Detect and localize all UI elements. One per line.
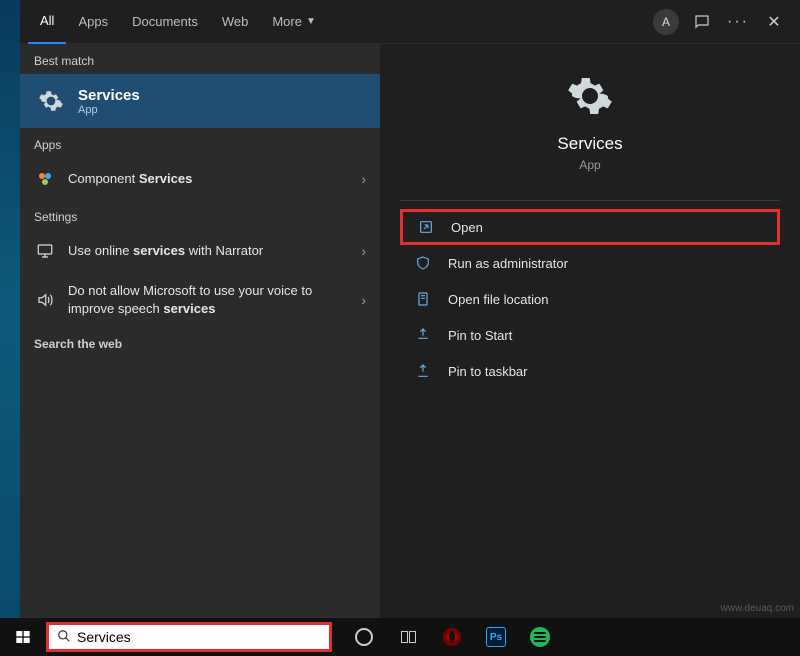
action-run-admin-label: Run as administrator	[448, 256, 568, 271]
action-pin-taskbar-label: Pin to taskbar	[448, 364, 528, 379]
preview-subtitle: App	[579, 158, 600, 172]
windows-search-panel: All Apps Documents Web More ▼ A ··· ✕ Bes…	[20, 0, 800, 618]
tab-all-label: All	[40, 13, 54, 28]
action-pin-start[interactable]: Pin to Start	[400, 317, 780, 353]
tab-more[interactable]: More ▼	[260, 0, 328, 44]
action-open-label: Open	[451, 220, 483, 235]
taskbar-search-box[interactable]	[46, 622, 332, 652]
tab-web-label: Web	[222, 14, 249, 29]
cortana-icon	[355, 628, 373, 646]
close-icon: ✕	[767, 12, 780, 32]
result-speech-services[interactable]: Do not allow Microsoft to use your voice…	[20, 272, 380, 327]
opera-app[interactable]	[430, 618, 474, 656]
tab-web[interactable]: Web	[210, 0, 261, 44]
result-speech-text: Do not allow Microsoft to use your voice…	[68, 282, 353, 317]
divider	[400, 200, 780, 201]
shield-icon	[412, 255, 434, 271]
best-match-subtitle: App	[78, 104, 140, 116]
best-match-title: Services	[78, 87, 140, 104]
avatar-initial: A	[662, 15, 670, 29]
monitor-icon	[34, 240, 56, 262]
tab-apps[interactable]: Apps	[66, 0, 120, 44]
search-icon	[57, 629, 71, 646]
action-open-location-label: Open file location	[448, 292, 548, 307]
tab-apps-label: Apps	[78, 14, 108, 29]
action-run-admin[interactable]: Run as administrator	[400, 245, 780, 281]
tab-more-label: More	[272, 14, 302, 29]
sound-icon	[34, 289, 56, 311]
preview-column: Services App Open Run as administrator	[380, 44, 800, 618]
component-services-icon	[34, 168, 56, 190]
action-list: Open Run as administrator Open file loca…	[380, 209, 800, 389]
results-column: Best match Services App Apps Component S…	[20, 44, 380, 618]
action-pin-start-label: Pin to Start	[448, 328, 512, 343]
open-icon	[415, 219, 437, 235]
chevron-down-icon: ▼	[306, 16, 316, 27]
feedback-button[interactable]	[684, 4, 720, 40]
feedback-icon	[693, 13, 711, 31]
spotify-app[interactable]	[518, 618, 562, 656]
result-component-services[interactable]: Component Services ›	[20, 158, 380, 200]
avatar: A	[653, 9, 679, 35]
photoshop-app[interactable]: Ps	[474, 618, 518, 656]
user-avatar-button[interactable]: A	[648, 4, 684, 40]
pin-start-icon	[412, 327, 434, 343]
photoshop-icon: Ps	[486, 627, 506, 647]
spotify-icon	[530, 627, 550, 647]
section-search-web-label: Search the web	[20, 327, 380, 357]
windows-logo-icon	[15, 629, 31, 645]
action-pin-taskbar[interactable]: Pin to taskbar	[400, 353, 780, 389]
services-gear-icon	[34, 84, 68, 118]
action-open-location[interactable]: Open file location	[400, 281, 780, 317]
search-tabs-row: All Apps Documents Web More ▼ A ··· ✕	[20, 0, 800, 44]
watermark: www.deuaq.com	[721, 603, 794, 614]
taskbar: Ps	[0, 618, 800, 656]
result-component-services-text: Component Services	[68, 170, 353, 188]
more-options-button[interactable]: ···	[720, 4, 756, 40]
result-narrator-text: Use online services with Narrator	[68, 242, 353, 260]
preview-title: Services	[557, 134, 622, 154]
desktop-background-strip	[0, 0, 20, 620]
result-narrator-services[interactable]: Use online services with Narrator ›	[20, 230, 380, 272]
section-apps-label: Apps	[20, 128, 380, 158]
chevron-right-icon: ›	[353, 292, 366, 308]
preview-header: Services App	[380, 44, 800, 186]
ellipsis-icon: ···	[727, 13, 749, 31]
task-view-icon	[401, 631, 416, 643]
tab-documents-label: Documents	[132, 14, 198, 29]
folder-icon	[412, 291, 434, 307]
opera-icon	[443, 628, 461, 646]
chevron-right-icon: ›	[353, 171, 366, 187]
section-best-match-label: Best match	[20, 44, 380, 74]
task-view-button[interactable]	[386, 618, 430, 656]
section-settings-label: Settings	[20, 200, 380, 230]
best-match-result[interactable]: Services App	[20, 74, 380, 128]
taskbar-app-icons: Ps	[342, 618, 562, 656]
tab-all[interactable]: All	[28, 0, 66, 44]
services-gear-large-icon	[566, 72, 614, 120]
start-button[interactable]	[0, 618, 46, 656]
cortana-button[interactable]	[342, 618, 386, 656]
pin-taskbar-icon	[412, 363, 434, 379]
action-open[interactable]: Open	[400, 209, 780, 245]
tab-documents[interactable]: Documents	[120, 0, 210, 44]
chevron-right-icon: ›	[353, 243, 366, 259]
close-button[interactable]: ✕	[756, 4, 792, 40]
taskbar-search-input[interactable]	[77, 629, 321, 645]
